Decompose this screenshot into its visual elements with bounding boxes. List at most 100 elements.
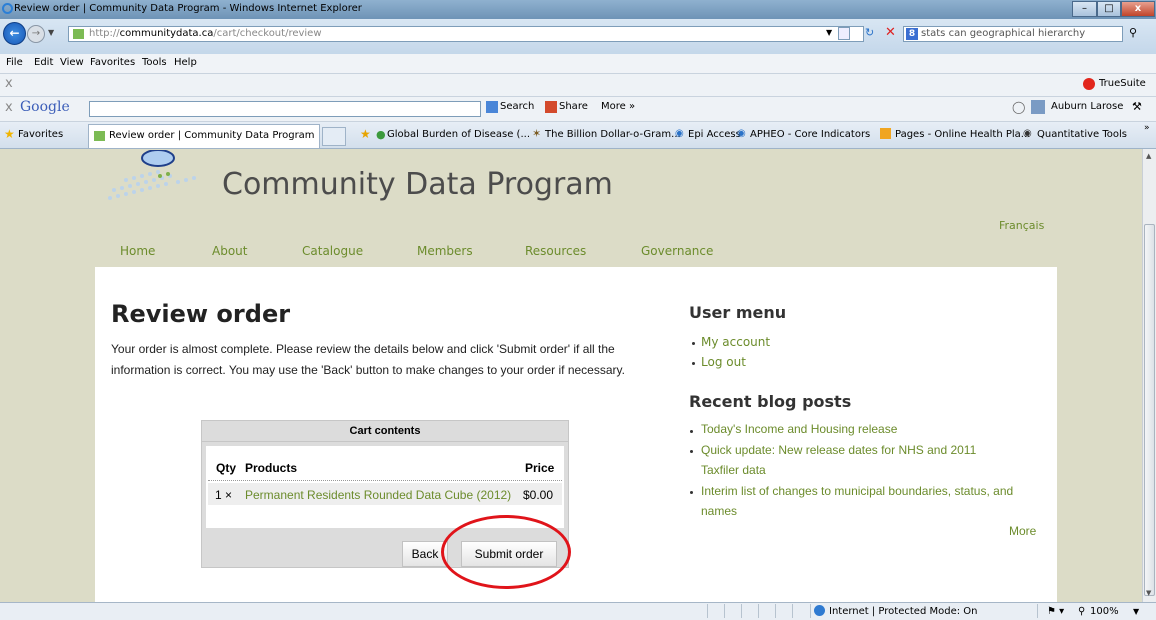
- search-icon[interactable]: ⚲: [1129, 26, 1137, 39]
- address-dropdown-icon[interactable]: ▼: [826, 28, 832, 37]
- menu-bar: File Edit View Favorites Tools Help: [0, 54, 1156, 74]
- protected-mode-icon[interactable]: ⚑ ▾: [1047, 606, 1064, 617]
- table-header-divider: [208, 480, 562, 481]
- ie-page-icon: ◉: [737, 128, 746, 139]
- cart-header: Cart contents: [202, 421, 568, 442]
- wrench-icon[interactable]: ⚒: [1132, 100, 1142, 113]
- google-search-input[interactable]: [89, 101, 481, 117]
- nav-resources[interactable]: Resources: [525, 244, 586, 258]
- address-bar[interactable]: http://communitydata.ca/cart/checkout/re…: [68, 26, 864, 42]
- user-menu-heading: User menu: [689, 303, 787, 322]
- more-button[interactable]: More »: [601, 101, 635, 112]
- google-logo: Google: [20, 99, 70, 115]
- close-toolbar-icon[interactable]: x: [5, 76, 13, 91]
- blog-post-link[interactable]: Quick update: New release dates for NHS …: [701, 443, 976, 457]
- menu-favorites[interactable]: Favorites: [90, 57, 135, 68]
- minimize-button[interactable]: –: [1072, 1, 1097, 17]
- menu-edit[interactable]: Edit: [34, 57, 53, 68]
- zoom-level[interactable]: 100%: [1090, 606, 1119, 617]
- favorites-button[interactable]: Favorites: [18, 129, 63, 140]
- blog-post-link-continued[interactable]: Taxfiler data: [701, 463, 766, 477]
- search-provider-icon: 8: [906, 28, 918, 40]
- menu-help[interactable]: Help: [174, 57, 197, 68]
- status-divider: [775, 604, 776, 618]
- page-scrollbar[interactable]: ▲ ▼: [1142, 149, 1156, 602]
- nav-governance[interactable]: Governance: [641, 244, 713, 258]
- internet-zone-icon: [814, 605, 825, 616]
- scroll-down-arrow-icon[interactable]: ▼: [1146, 589, 1151, 597]
- fav-link-epi-access[interactable]: Epi Access: [688, 129, 741, 140]
- scroll-up-arrow-icon[interactable]: ▲: [1146, 152, 1151, 160]
- browser-search-input[interactable]: 8 stats can geographical hierarchy: [903, 26, 1123, 42]
- status-divider: [1037, 604, 1038, 618]
- fav-link-apheo[interactable]: APHEO - Core Indicators: [750, 129, 870, 140]
- log-out-link[interactable]: Log out: [701, 355, 746, 369]
- refresh-icon[interactable]: ↻: [865, 26, 874, 39]
- nav-catalogue[interactable]: Catalogue: [302, 244, 363, 258]
- more-posts-link[interactable]: More: [1009, 524, 1036, 538]
- status-divider: [810, 604, 811, 618]
- menu-view[interactable]: View: [60, 57, 84, 68]
- google-search-icon: [486, 101, 498, 113]
- zoom-dropdown-icon[interactable]: ▼: [1133, 607, 1139, 616]
- ie-page-icon: ◉: [675, 128, 684, 139]
- fav-link-billion-dollar[interactable]: The Billion Dollar-o-Gram...: [545, 129, 681, 140]
- menu-tools[interactable]: Tools: [142, 57, 167, 68]
- fav-link-quantitative-tools[interactable]: Quantitative Tools: [1037, 129, 1127, 140]
- site-logo[interactable]: [100, 150, 212, 210]
- my-account-link[interactable]: My account: [701, 335, 770, 349]
- nav-home[interactable]: Home: [120, 244, 155, 258]
- share-button[interactable]: Share: [559, 101, 588, 112]
- item-price: $0.00: [523, 488, 554, 502]
- google-search-button[interactable]: Search: [500, 101, 534, 112]
- blog-post-link[interactable]: Today's Income and Housing release: [701, 422, 897, 436]
- forward-arrow-icon[interactable]: →: [27, 25, 45, 43]
- address-path: /cart/checkout/review: [213, 28, 322, 39]
- nav-members[interactable]: Members: [417, 244, 473, 258]
- stop-icon[interactable]: ✕: [885, 25, 896, 40]
- scrollbar-thumb[interactable]: [1144, 224, 1155, 596]
- language-link-francais[interactable]: Français: [999, 219, 1044, 232]
- new-tab-button[interactable]: [322, 127, 346, 146]
- close-window-button[interactable]: x: [1121, 1, 1155, 17]
- status-divider: [792, 604, 793, 618]
- truesuite-label[interactable]: TrueSuite: [1099, 78, 1146, 89]
- site-favicon-icon: [73, 29, 84, 39]
- add-favorite-icon[interactable]: ★: [360, 127, 371, 141]
- web-slice-icon: ✶: [532, 127, 542, 140]
- truesuite-icon: [1083, 78, 1095, 90]
- compatibility-view-icon[interactable]: [838, 27, 850, 40]
- col-qty: Qty: [216, 461, 237, 475]
- user-avatar: [1031, 100, 1045, 114]
- quantitative-tools-icon: ◉: [1023, 128, 1032, 139]
- suggested-sites-icon[interactable]: ●: [376, 128, 386, 141]
- ie-logo-icon: [2, 3, 13, 14]
- nav-about[interactable]: About: [212, 244, 247, 258]
- list-bullet: [690, 491, 693, 494]
- share-icon: [545, 101, 557, 113]
- fav-link-global-burden[interactable]: Global Burden of Disease (...: [387, 129, 530, 140]
- blog-post-link-continued[interactable]: names: [701, 504, 737, 518]
- fav-link-pages[interactable]: Pages - Online Health Pla...: [895, 129, 1030, 140]
- chevron-more-icon[interactable]: »: [1144, 123, 1150, 133]
- zoom-icon: ⚲: [1078, 606, 1086, 617]
- security-zone-status[interactable]: Internet | Protected Mode: On: [829, 606, 977, 617]
- item-product-link[interactable]: Permanent Residents Rounded Data Cube (2…: [245, 488, 511, 502]
- maximize-button[interactable]: □: [1097, 1, 1121, 17]
- site-title[interactable]: Community Data Program: [222, 167, 613, 202]
- list-bullet: [692, 362, 695, 365]
- menu-file[interactable]: File: [6, 57, 23, 68]
- status-bar: Internet | Protected Mode: On ⚑ ▾ ⚲ 100%…: [0, 602, 1156, 620]
- notification-bell-icon[interactable]: ◯: [1012, 100, 1025, 114]
- tab-review-order[interactable]: Review order | Community Data Program: [88, 124, 320, 148]
- google-user-menu[interactable]: Auburn Larose: [1051, 101, 1123, 112]
- close-google-toolbar-icon[interactable]: x: [5, 100, 13, 115]
- order-instructions: Your order is almost complete. Please re…: [111, 342, 625, 377]
- status-divider: [724, 604, 725, 618]
- back-arrow-icon[interactable]: ←: [3, 22, 26, 45]
- window-titlebar: Review order | Community Data Program - …: [0, 0, 1156, 19]
- page-title: Review order: [111, 300, 291, 328]
- history-dropdown-icon[interactable]: ▼: [48, 28, 54, 37]
- blog-post-link[interactable]: Interim list of changes to municipal bou…: [701, 484, 1013, 498]
- col-price: Price: [525, 461, 555, 475]
